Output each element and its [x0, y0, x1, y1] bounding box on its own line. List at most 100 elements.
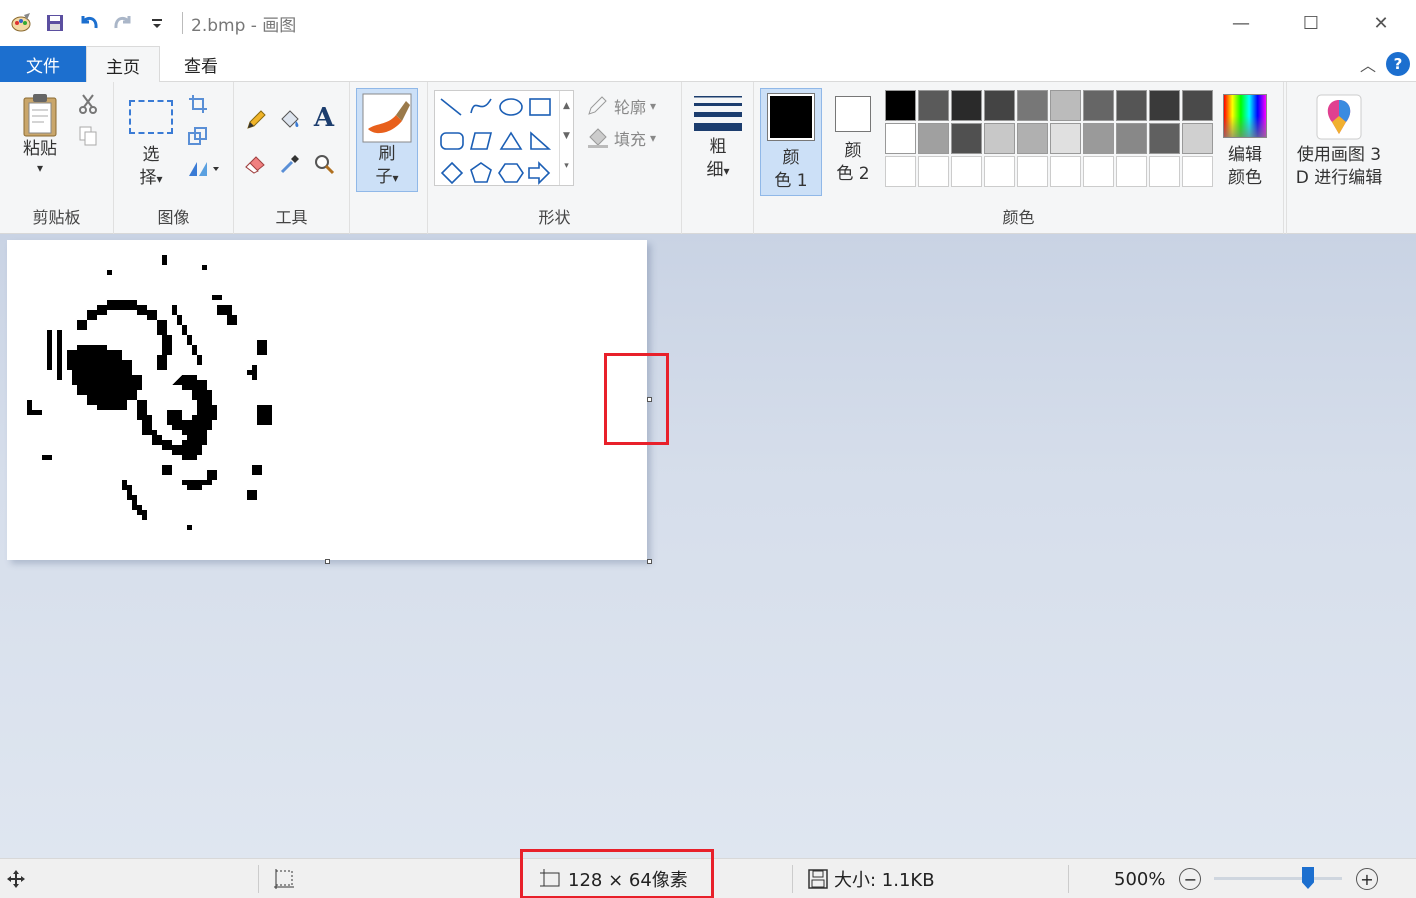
size-button[interactable]: 粗 细▾	[688, 94, 748, 183]
select-label-line2: 择▾	[139, 168, 163, 188]
palette-swatch[interactable]	[1017, 123, 1048, 154]
color-picker-icon[interactable]	[278, 152, 302, 176]
customize-toolbar-icon[interactable]	[146, 12, 168, 34]
palette-swatch-empty[interactable]	[1017, 156, 1048, 187]
brushes-dropdown-arrow[interactable]: ▾	[392, 171, 398, 185]
shape-rounded-rect-icon	[440, 132, 464, 150]
minimize-button[interactable]: —	[1206, 0, 1276, 46]
zoom-level[interactable]: 500%	[1114, 869, 1165, 890]
palette-swatch-empty[interactable]	[951, 156, 982, 187]
undo-icon[interactable]	[78, 12, 100, 34]
palette-swatch[interactable]	[1050, 90, 1081, 121]
palette-swatch-empty[interactable]	[885, 156, 916, 187]
palette-swatch[interactable]	[1149, 90, 1180, 121]
group-brushes: 刷 子▾	[350, 82, 428, 234]
edit-colors-label-line1: 编辑	[1228, 145, 1262, 165]
paint-app-icon[interactable]	[10, 12, 32, 34]
group-label-tools: 工具	[275, 208, 308, 227]
canvas-image	[27, 255, 272, 530]
palette-swatch-empty[interactable]	[984, 156, 1015, 187]
tab-home[interactable]: 主页	[86, 46, 160, 83]
palette-swatch-empty[interactable]	[1182, 156, 1213, 187]
palette-swatch-empty[interactable]	[918, 156, 949, 187]
tab-view[interactable]: 查看	[164, 46, 238, 82]
size-label-line2: 细▾	[706, 160, 730, 180]
zoom-out-button[interactable]: −	[1179, 868, 1202, 890]
collapse-ribbon-icon[interactable]: ︿	[1360, 52, 1376, 76]
group-shapes: ▲ ▼ ▾ 轮廓 ▾ 填充 ▾ 形状	[428, 82, 682, 234]
size-dropdown-arrow[interactable]: ▾	[723, 164, 729, 178]
shapes-scroll[interactable]: ▲ ▼ ▾	[559, 91, 573, 185]
brushes-button[interactable]: 刷 子▾	[356, 88, 418, 192]
ribbon: 粘贴 ▾ 剪贴板 选 择▾ 图像 A 工具 刷 子▾ ▲ ▼ ▾ 轮廓 ▾ 填充…	[0, 82, 1416, 234]
palette-swatch[interactable]	[984, 123, 1015, 154]
save-icon[interactable]	[44, 12, 66, 34]
palette-swatch-empty[interactable]	[1050, 156, 1081, 187]
palette-swatch[interactable]	[1116, 123, 1147, 154]
fill-button[interactable]: 填充 ▾	[586, 126, 656, 150]
color2-button[interactable]: 颜 色 2	[828, 96, 878, 186]
palette-swatch[interactable]	[1116, 90, 1147, 121]
maximize-button[interactable]: ☐	[1276, 0, 1346, 46]
palette-swatch[interactable]	[1182, 90, 1213, 121]
select-icon	[129, 100, 173, 134]
close-button[interactable]: ✕	[1346, 0, 1416, 46]
palette-swatch[interactable]	[1149, 123, 1180, 154]
fill-dropdown-arrow[interactable]: ▾	[650, 131, 656, 145]
pencil-icon[interactable]	[244, 108, 268, 132]
zoom-slider[interactable]	[1214, 867, 1342, 889]
help-icon[interactable]: ?	[1386, 52, 1410, 76]
palette-swatch[interactable]	[1083, 90, 1114, 121]
zoom-in-button[interactable]: +	[1356, 868, 1378, 890]
paste-label: 粘贴	[23, 139, 57, 159]
palette-swatch[interactable]	[951, 90, 982, 121]
palette-swatch[interactable]	[1083, 123, 1114, 154]
zoom-slider-thumb[interactable]	[1302, 867, 1314, 889]
palette-swatch[interactable]	[918, 90, 949, 121]
select-dropdown-arrow[interactable]: ▾	[156, 172, 162, 186]
copy-icon[interactable]	[76, 124, 100, 148]
outline-button[interactable]: 轮廓 ▾	[586, 94, 656, 118]
palette-swatch[interactable]	[1017, 90, 1048, 121]
crop-icon[interactable]	[186, 92, 210, 116]
drawing-canvas[interactable]	[7, 240, 647, 560]
cut-icon[interactable]	[76, 92, 100, 116]
window-controls: — ☐ ✕	[1206, 0, 1416, 46]
outline-dropdown-arrow[interactable]: ▾	[650, 99, 656, 113]
palette-swatch[interactable]	[885, 123, 916, 154]
palette-swatch[interactable]	[1182, 123, 1213, 154]
palette-swatch-empty[interactable]	[1083, 156, 1114, 187]
magnifier-icon[interactable]	[312, 152, 336, 176]
tab-file[interactable]: 文件	[0, 46, 86, 82]
resize-handle-bottom[interactable]	[325, 559, 330, 564]
edit-colors-button[interactable]: 编辑 颜色	[1218, 94, 1272, 190]
resize-icon[interactable]	[186, 124, 210, 148]
color1-button[interactable]: 颜 色 1	[760, 88, 822, 196]
eraser-icon[interactable]	[244, 152, 268, 176]
palette-swatch[interactable]	[951, 123, 982, 154]
paste-dropdown-arrow[interactable]: ▾	[37, 161, 43, 175]
resize-handle-corner[interactable]	[647, 559, 652, 564]
redo-icon[interactable]	[112, 12, 134, 34]
text-tool-icon[interactable]: A	[312, 103, 336, 133]
size-icon	[694, 96, 742, 131]
shape-rectangle-icon	[529, 98, 551, 116]
selection-size	[272, 859, 296, 898]
shape-arrow-icon	[528, 161, 551, 185]
palette-swatch-empty[interactable]	[1149, 156, 1180, 187]
palette-swatch[interactable]	[984, 90, 1015, 121]
palette-swatch[interactable]	[918, 123, 949, 154]
rotate-icon[interactable]	[186, 156, 222, 180]
paint3d-button[interactable]: 使用画图 3 D 进行编辑	[1291, 94, 1387, 190]
status-divider	[792, 865, 793, 893]
status-divider	[1068, 865, 1069, 893]
color1-swatch	[767, 93, 815, 141]
select-button[interactable]: 选 择▾	[126, 100, 176, 191]
shapes-gallery[interactable]: ▲ ▼ ▾	[434, 90, 574, 186]
group-size: 粗 细▾	[682, 82, 754, 234]
paste-button[interactable]: 粘贴 ▾	[14, 92, 66, 175]
palette-swatch[interactable]	[1050, 123, 1081, 154]
fill-bucket-icon[interactable]	[278, 108, 302, 132]
palette-swatch[interactable]	[885, 90, 916, 121]
palette-swatch-empty[interactable]	[1116, 156, 1147, 187]
